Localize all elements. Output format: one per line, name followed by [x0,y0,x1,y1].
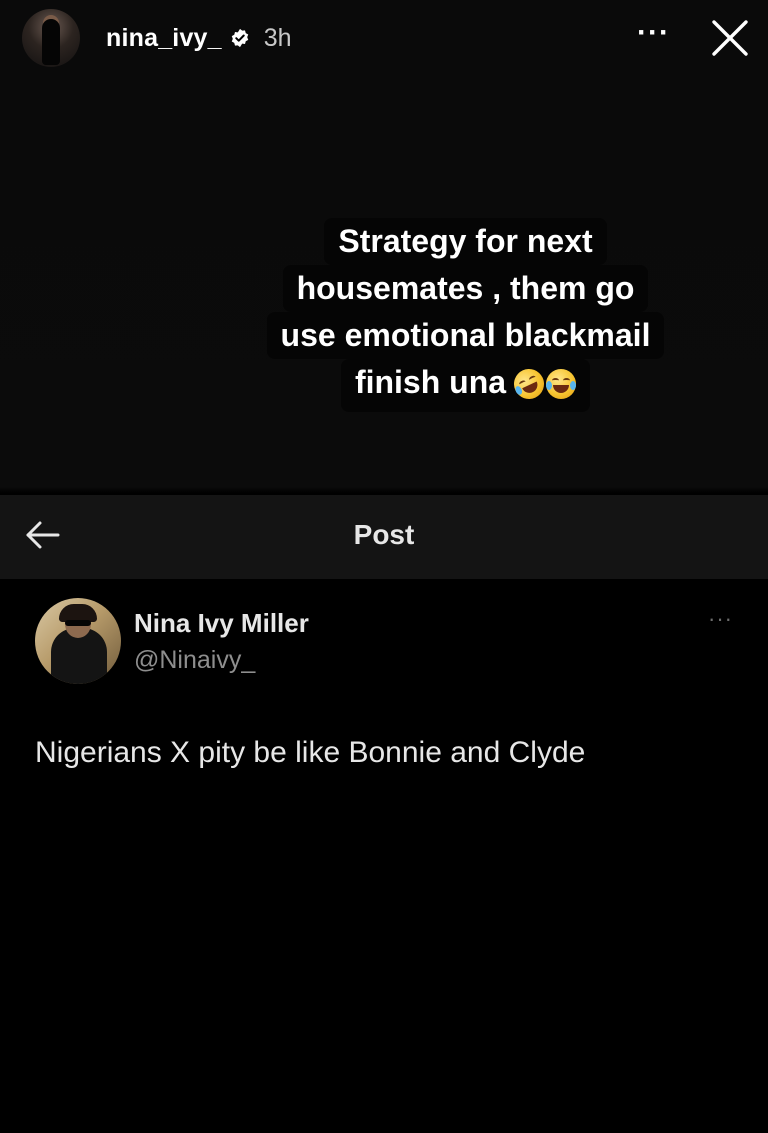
avatar-figure [42,19,60,65]
tweet-avatar[interactable] [35,598,121,684]
story-viewer: nina_ivy_ 3h ··· Strategy for next house… [0,0,768,1133]
verified-badge-icon [231,28,249,48]
caption-line: use emotional blackmail [266,312,665,359]
story-username[interactable]: nina_ivy_ [106,24,222,53]
rolling-on-floor-laughing-emoji-icon [509,364,549,404]
caption-line: housemates , them go [282,265,649,312]
tweet-more-options-icon[interactable]: ··· [708,606,733,632]
post-header-bar: Post [0,495,768,579]
more-options-icon[interactable]: ··· [637,18,670,48]
tweet-handle[interactable]: @Ninaivy_ [134,646,255,675]
story-avatar[interactable] [22,9,80,67]
tweet-display-name[interactable]: Nina Ivy Miller [134,608,309,639]
tears-of-joy-emoji-icon [546,369,577,399]
post-title: Post [353,519,415,550]
avatar-sunglasses [65,620,91,626]
story-header: nina_ivy_ 3h ··· [22,8,750,68]
caption-line-last: finish una [340,359,591,412]
story-caption: Strategy for next housemates , them go u… [238,218,693,412]
close-icon[interactable] [710,18,750,58]
tweet-text: Nigerians X pity be like Bonnie and Clyd… [35,736,586,769]
caption-emojis [509,364,577,410]
caption-line: Strategy for next [324,218,607,265]
story-timestamp: 3h [263,23,292,52]
caption-line-text: finish una [354,364,507,400]
